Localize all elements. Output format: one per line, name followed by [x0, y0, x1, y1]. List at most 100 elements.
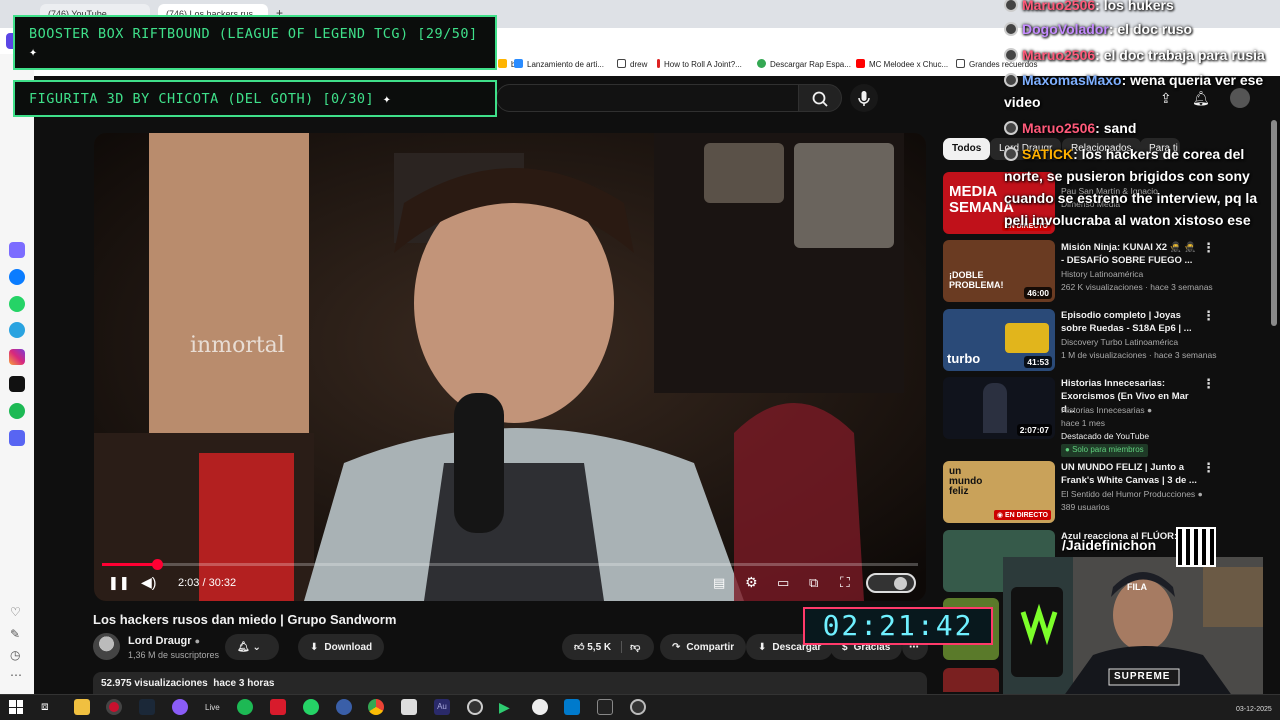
bookmark-item[interactable]: MC Melodee x Chuc...	[856, 59, 948, 69]
subscribe-bell-button[interactable]: 🔔︎ ⌄	[225, 634, 279, 660]
chrome-icon[interactable]	[368, 699, 384, 715]
live-app-icon[interactable]: Live	[205, 703, 220, 712]
browser-sidebar: ♡ ✎ ◷ ⋯	[0, 54, 34, 694]
clock-app-icon[interactable]	[532, 699, 548, 715]
thumb-text: un mundo feliz	[949, 466, 983, 497]
miniplayer-button[interactable]: ▭	[777, 575, 789, 591]
play-icon[interactable]: ▶	[499, 699, 515, 715]
pause-button[interactable]: ❚❚	[108, 575, 130, 591]
rec-menu-button[interactable]: ⋮	[1202, 460, 1215, 476]
bookmark-item[interactable]: drew	[617, 59, 647, 69]
document-icon[interactable]	[401, 699, 417, 715]
rec-thumbnail[interactable]: ¡DOBLE PROBLEMA! 46:00	[943, 240, 1055, 302]
share-button[interactable]: ↷ Compartir	[660, 634, 747, 660]
app-icon[interactable]	[336, 699, 352, 715]
video-player[interactable]: inmortal	[94, 133, 926, 601]
history-icon[interactable]: ◷	[10, 648, 20, 662]
microphone-icon	[858, 91, 870, 106]
upload-age: hace 3 horas	[213, 678, 275, 689]
task-view-icon[interactable]: ⧈	[41, 699, 57, 715]
rec-meta: hace 1 mes	[1061, 418, 1105, 428]
thumb-text: ¡DOBLE PROBLEMA!	[949, 270, 1004, 290]
spotify-icon[interactable]	[237, 699, 253, 715]
channel-name[interactable]: Lord Draugr ●	[128, 635, 200, 647]
discord-icon[interactable]	[172, 699, 188, 715]
sparkle-icon: ✦	[29, 44, 38, 60]
goal-text: FIGURITA 3D BY CHICOTA (DEL GOTH) [0/30]	[29, 91, 375, 107]
voice-search-button[interactable]	[850, 84, 878, 112]
windows-start-icon[interactable]	[9, 700, 23, 714]
chat-badge-icon	[1004, 147, 1018, 161]
chat-message: DogoVolador: el doc ruso	[1004, 18, 1192, 40]
settings-button[interactable]: ⚙	[745, 574, 758, 591]
player-icon[interactable]	[9, 430, 25, 446]
progress-bar[interactable]	[102, 563, 918, 566]
search-input[interactable]	[496, 84, 798, 112]
google-icon	[757, 59, 766, 68]
subtitles-button[interactable]: ▤	[713, 575, 725, 591]
x-icon[interactable]	[9, 376, 25, 392]
rec-thumbnail[interactable]: turbo 41:53	[943, 309, 1055, 371]
file-explorer-icon[interactable]	[74, 699, 90, 715]
progress-scrubber[interactable]	[151, 559, 163, 570]
dislike-button[interactable]: 👎︎	[621, 641, 640, 653]
audition-icon[interactable]: Au	[434, 699, 450, 715]
chat-badge-icon	[1004, 22, 1018, 36]
description-box[interactable]: 52.975 visualizaciones hace 3 horas	[93, 672, 927, 694]
gear-icon: ⚙	[745, 574, 758, 590]
rec-thumbnail[interactable]	[943, 668, 999, 692]
app-store-icon[interactable]	[9, 242, 25, 258]
fullscreen-button[interactable]: ⛶	[840, 574, 850, 591]
chip-all[interactable]: Todos	[943, 138, 991, 160]
cast-icon: ⧉	[809, 575, 819, 590]
opera-icon[interactable]	[106, 699, 122, 715]
channel-avatar[interactable]	[93, 633, 120, 660]
whatsapp-icon[interactable]	[303, 699, 319, 715]
obs-icon[interactable]	[467, 699, 483, 715]
whatsapp-icon[interactable]	[9, 296, 25, 312]
webcam-feed: FILA SUPREME	[1003, 557, 1263, 697]
messenger-icon[interactable]	[9, 269, 25, 285]
instagram-icon[interactable]	[9, 349, 25, 365]
heart-icon[interactable]: ♡	[10, 605, 21, 619]
spotify-icon[interactable]	[9, 403, 25, 419]
page-scrollbar[interactable]	[1271, 120, 1277, 326]
app-icon[interactable]	[630, 699, 646, 715]
volume-button[interactable]: ◀)	[141, 574, 156, 591]
chat-message: Maruo2506: los hukers	[1004, 0, 1174, 16]
telegram-icon[interactable]	[9, 322, 25, 338]
rec-title[interactable]: Episodio completo | Joyas sobre Ruedas -…	[1061, 309, 1201, 335]
more-icon[interactable]: ⋯	[10, 668, 22, 682]
rec-menu-button[interactable]: ⋮	[1202, 308, 1215, 324]
bookmark-item[interactable]: How to Roll A Joint?...	[657, 59, 742, 69]
cast-button[interactable]: ⧉	[809, 575, 818, 591]
poster-text: inmortal	[190, 333, 285, 358]
goal-overlay-figurita: FIGURITA 3D BY CHICOTA (DEL GOTH) [0/30]…	[13, 80, 497, 117]
hoodie-text: SUPREME	[1114, 671, 1171, 682]
chevron-down-icon: ⌄	[252, 641, 261, 653]
download-button[interactable]: ⬇ Download	[298, 634, 385, 660]
chat-message: MaxomasMaxo: wena queria ver ese video	[1004, 72, 1264, 110]
bookmark-icon	[514, 59, 523, 68]
terminal-icon[interactable]	[597, 699, 613, 715]
rec-thumbnail[interactable]: 2:07:07	[943, 377, 1055, 439]
like-button[interactable]: 👍︎ 5,5 K	[574, 641, 611, 653]
bookmark-item[interactable]: Lanzamiento de arti...	[514, 59, 604, 69]
steam-icon[interactable]	[139, 699, 155, 715]
rec-title[interactable]: Misión Ninja: KUNAI X2 🥷 🥷 - DESAFÍO SOB…	[1061, 241, 1201, 267]
rec-menu-button[interactable]: ⋮	[1202, 376, 1215, 392]
volume-icon: ◀)	[141, 574, 157, 590]
members-icon: ●	[1065, 445, 1070, 454]
bookmark-item[interactable]: Descargar Rap Espa...	[757, 59, 851, 69]
duration-badge: 46:00	[1024, 287, 1052, 299]
rec-menu-button[interactable]: ⋮	[1202, 240, 1215, 256]
vscode-icon[interactable]	[564, 699, 580, 715]
rec-title[interactable]: UN MUNDO FELIZ | Junto a Frank's White C…	[1061, 461, 1201, 487]
download-icon: ⬇	[310, 641, 319, 653]
thumbs-up-icon: 👍︎	[574, 642, 585, 653]
edit-icon[interactable]: ✎	[10, 627, 20, 641]
ambient-toggle[interactable]	[866, 573, 916, 593]
rec-thumbnail[interactable]: un mundo feliz ◉ EN DIRECTO	[943, 461, 1055, 523]
video-editor-icon[interactable]	[270, 699, 286, 715]
search-button[interactable]	[798, 84, 842, 112]
